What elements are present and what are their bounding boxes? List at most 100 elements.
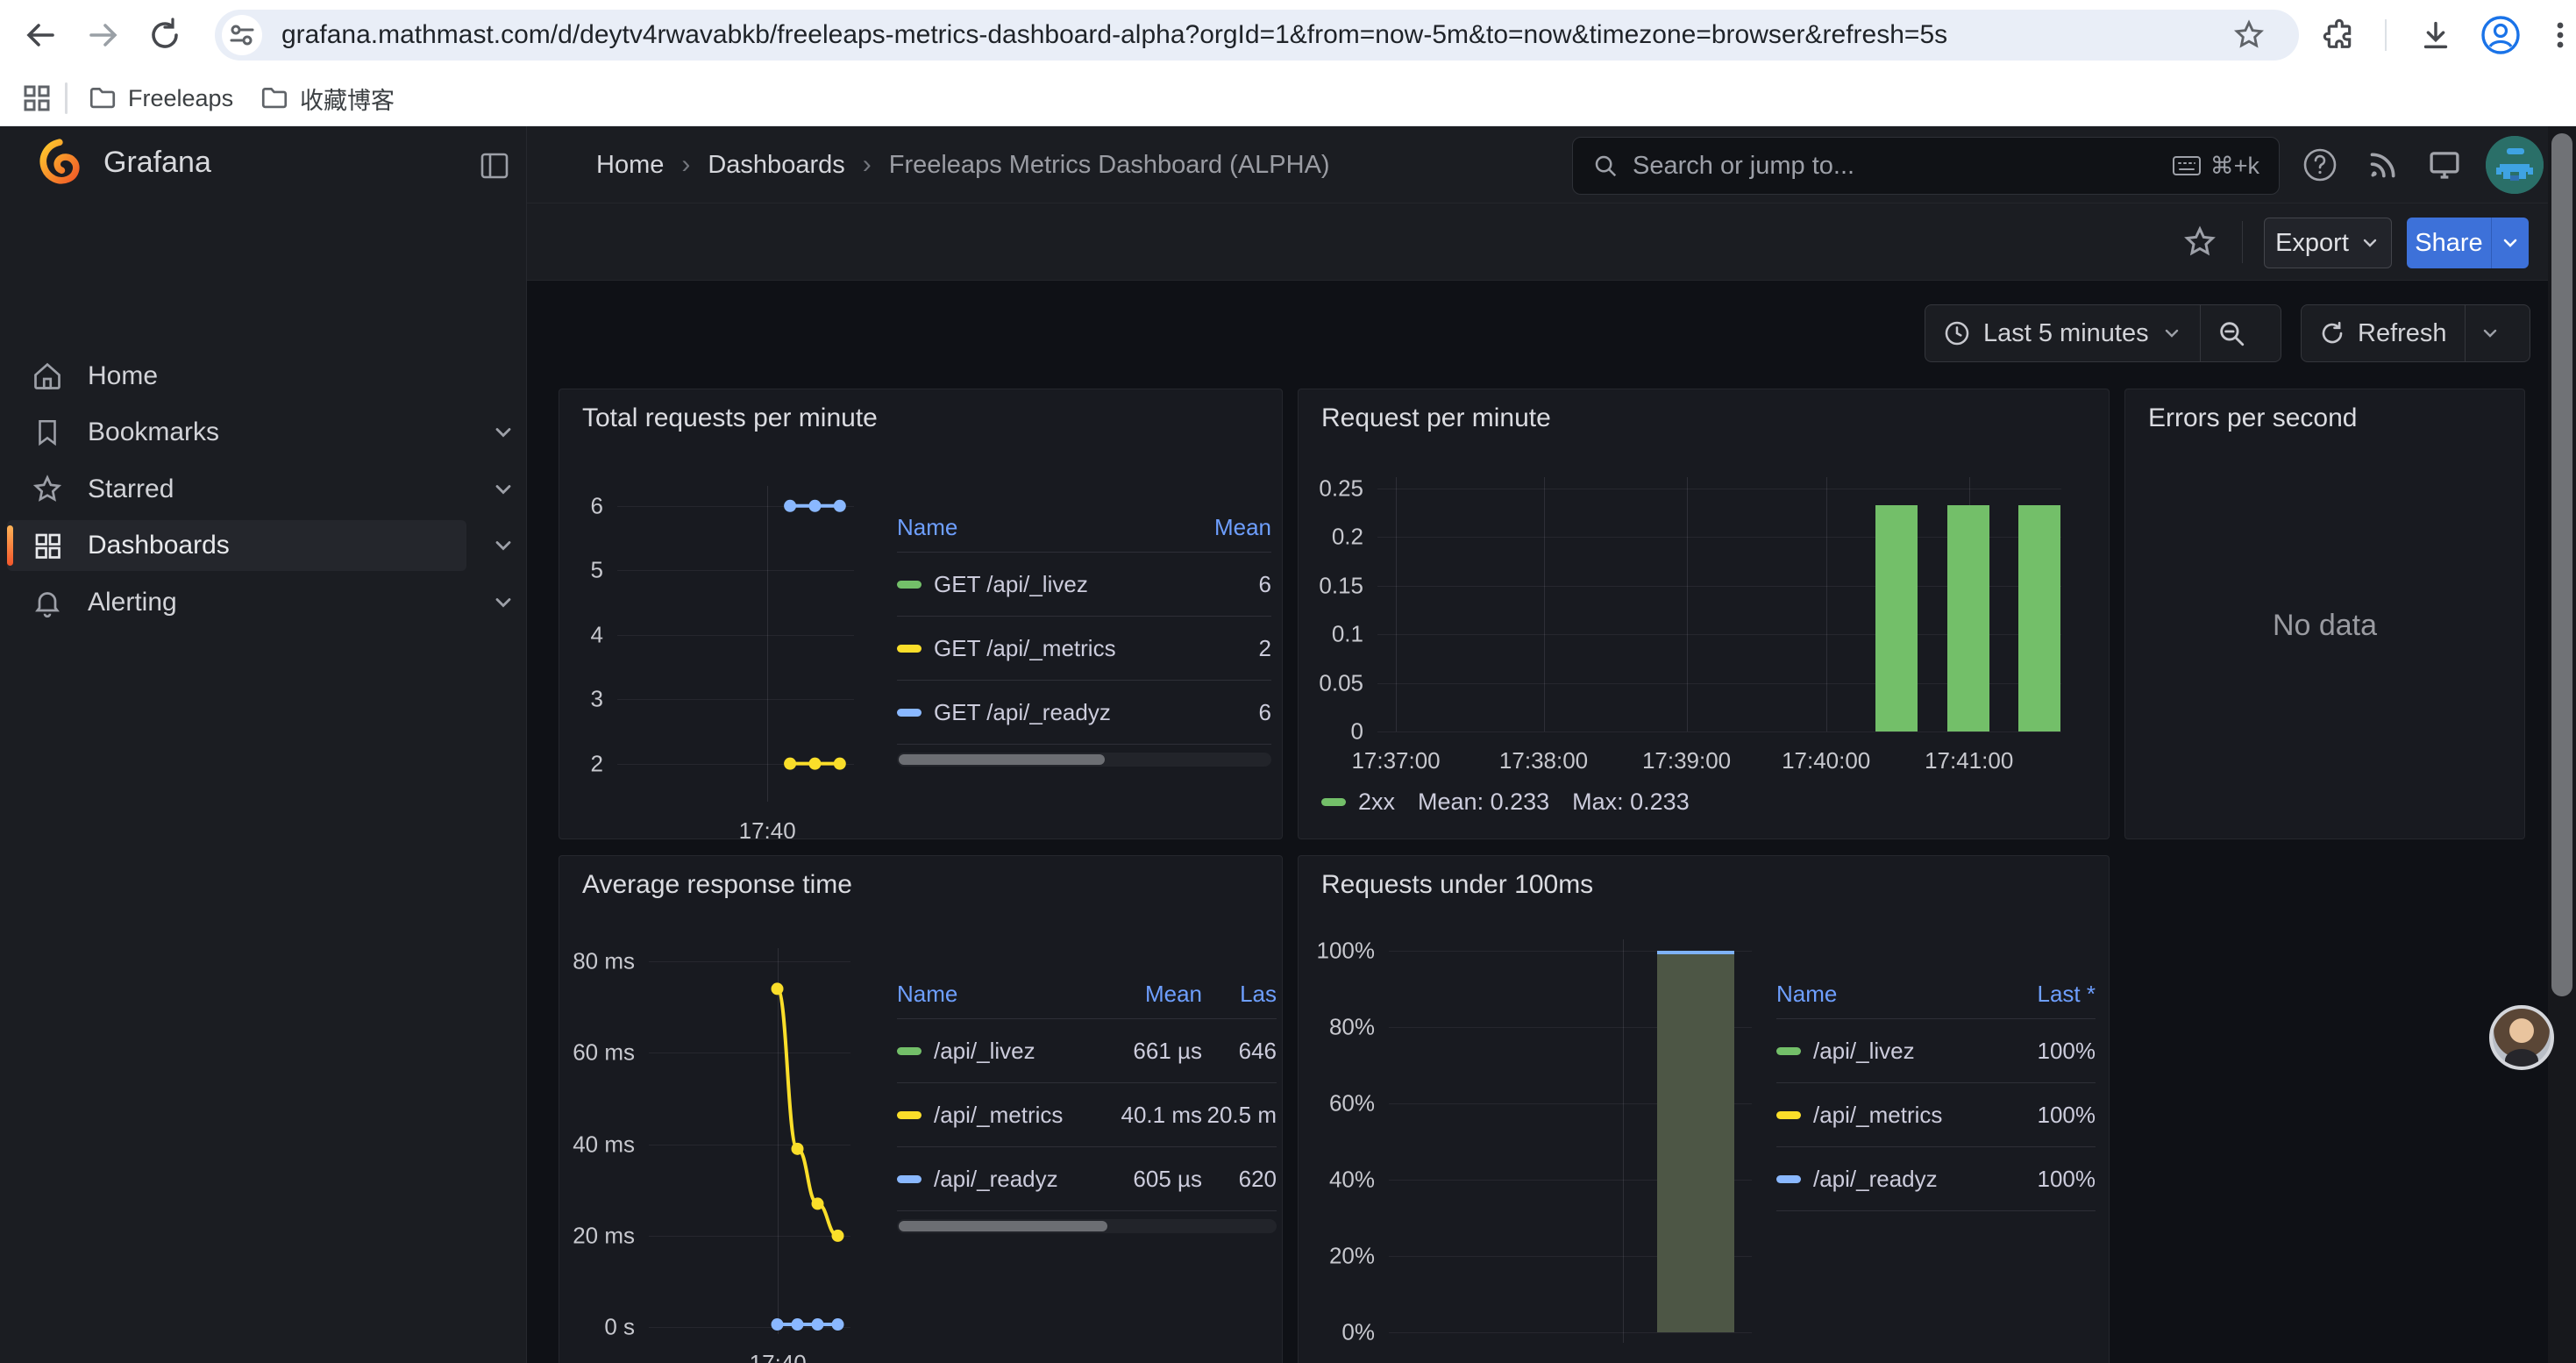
downloads-icon[interactable] — [2413, 12, 2459, 58]
legend-row[interactable]: /api/_metrics 40.1 ms 20.5 m — [897, 1083, 1277, 1147]
panel-avg-response-time[interactable]: Average response time 80 ms60 ms40 ms20 … — [559, 855, 1283, 1363]
share-button[interactable]: Share — [2407, 218, 2492, 268]
assistant-avatar[interactable] — [2489, 1005, 2554, 1070]
legend-mean: Mean: 0.233 — [1418, 789, 1549, 816]
legend-row[interactable]: GET /api/_readyz 6 — [897, 681, 1271, 745]
refresh-label: Refresh — [2358, 319, 2447, 348]
series-swatch — [897, 581, 922, 589]
sidebar-item-bookmarks[interactable]: Bookmarks — [7, 407, 466, 458]
series-swatch — [897, 1047, 922, 1055]
panel-title[interactable]: Requests under 100ms — [1321, 870, 1593, 900]
legend-col-mean[interactable]: Mean — [1092, 981, 1202, 1008]
legend-col-name[interactable]: Name — [1776, 981, 1999, 1008]
url-text[interactable]: grafana.mathmast.com/d/deytv4rwavabkb/fr… — [281, 10, 2237, 61]
breadcrumb: Home › Dashboards › Freeleaps Metrics Da… — [596, 126, 1330, 203]
screen: grafana.mathmast.com/d/deytv4rwavabkb/fr… — [0, 0, 2576, 1363]
chevron-down-icon — [2500, 232, 2521, 253]
refresh-icon — [2319, 320, 2345, 346]
legend-table: Name Last * /api/_livez 100% /api/_metri… — [1776, 970, 2096, 1211]
refresh-button[interactable]: Refresh — [2302, 305, 2465, 361]
legend-row[interactable]: /api/_metrics 100% — [1776, 1083, 2096, 1147]
panel-total-requests[interactable]: Total requests per minute 6543217:40 Nam… — [559, 389, 1283, 839]
menu-kebab-icon[interactable] — [2537, 12, 2576, 58]
search-placeholder: Search or jump to... — [1633, 152, 2158, 181]
chevron-down-icon — [2480, 323, 2501, 344]
extensions-icon[interactable] — [2316, 12, 2362, 58]
share-menu-button[interactable] — [2492, 218, 2529, 268]
legend-row[interactable]: /api/_readyz 605 µs 620 — [897, 1147, 1277, 1211]
sidebar-item-starred[interactable]: Starred — [7, 464, 466, 515]
site-settings-icon[interactable] — [222, 15, 262, 55]
legend-scrollbar[interactable] — [897, 1219, 1277, 1233]
panel-title[interactable]: Request per minute — [1321, 403, 1551, 433]
legend-scrollbar[interactable] — [897, 753, 1271, 767]
grafana-brand: Grafana — [35, 139, 211, 186]
zoom-out-button[interactable] — [2201, 305, 2262, 361]
search-icon — [1592, 153, 1619, 179]
line-chart: 6543217:40 — [617, 486, 854, 802]
sidebar-item-dashboards[interactable]: Dashboards — [7, 520, 466, 571]
favorite-star-icon[interactable] — [2177, 219, 2223, 265]
search-input[interactable]: Search or jump to... ⌘+k — [1572, 137, 2280, 195]
back-icon[interactable] — [18, 12, 63, 58]
legend-col-last[interactable]: Las — [1202, 981, 1277, 1008]
monitor-icon[interactable] — [2420, 140, 2469, 189]
panel-title[interactable]: Average response time — [582, 870, 852, 900]
panel-errors-per-second[interactable]: Errors per second No data — [2124, 389, 2525, 839]
legend-table: Name Mean GET /api/_livez 6 GET /api/_me… — [897, 503, 1271, 745]
panel-requests-under-100ms[interactable]: Requests under 100ms 100%80%60%40%20%0%1… — [1298, 855, 2110, 1363]
chevron-down-icon — [2161, 323, 2182, 344]
help-icon[interactable] — [2295, 140, 2345, 189]
panel-title[interactable]: Total requests per minute — [582, 403, 878, 433]
sidebar-item-home[interactable]: Home — [7, 351, 466, 402]
apps-grid-icon[interactable] — [14, 75, 60, 121]
series-swatch — [1321, 798, 1346, 806]
chevron-down-icon[interactable] — [484, 464, 523, 515]
sidebar-item-label: Starred — [88, 475, 174, 504]
line-chart: 80 ms60 ms40 ms20 ms0 s17:40 — [649, 948, 850, 1334]
legend-col-mean[interactable]: Mean — [1192, 514, 1271, 541]
user-avatar[interactable] — [2486, 136, 2544, 194]
export-button[interactable]: Export — [2264, 218, 2392, 268]
bookmark-star-icon[interactable] — [2232, 18, 2266, 56]
bar-chart: 0.250.20.150.10.05017:37:0017:38:0017:39… — [1377, 477, 2061, 731]
dock-menu-toggle-icon[interactable] — [473, 145, 516, 187]
series-swatch — [897, 709, 922, 717]
rss-icon[interactable] — [2359, 140, 2408, 189]
reload-icon[interactable] — [142, 12, 188, 58]
legend-series: 2xx — [1358, 789, 1395, 816]
legend-col-name[interactable]: Name — [897, 514, 1192, 541]
breadcrumb-dashboards[interactable]: Dashboards — [708, 151, 844, 180]
toolbar-divider — [2242, 221, 2243, 263]
bookmark-folder-freeleaps[interactable]: Freeleaps — [88, 77, 233, 119]
bookmark-label: Freeleaps — [128, 85, 233, 112]
legend-row[interactable]: /api/_livez 100% — [1776, 1019, 2096, 1083]
refresh-interval-button[interactable] — [2466, 305, 2515, 361]
time-range-picker[interactable]: Last 5 minutes — [1925, 305, 2200, 361]
legend-col-last[interactable]: Last * — [1999, 981, 2096, 1008]
legend-inline[interactable]: 2xx Mean: 0.233 Max: 0.233 — [1321, 789, 1690, 816]
forward-icon[interactable] — [81, 12, 126, 58]
bookmark-folder-blogs[interactable]: 收藏博客 — [260, 77, 395, 119]
chevron-down-icon[interactable] — [484, 407, 523, 458]
bar-chart: 100%80%60%40%20%0%17:40 — [1389, 939, 1752, 1343]
breadcrumb-separator: › — [681, 150, 690, 180]
chevron-down-icon[interactable] — [484, 577, 523, 628]
share-split-button[interactable]: Share — [2407, 218, 2529, 268]
page-scrollbar[interactable] — [2548, 126, 2576, 1363]
scrollbar-thumb[interactable] — [2551, 133, 2572, 996]
time-range-label: Last 5 minutes — [1983, 319, 2149, 348]
panel-request-per-minute[interactable]: Request per minute 0.250.20.150.10.05017… — [1298, 389, 2110, 839]
legend-row[interactable]: /api/_livez 661 µs 646 — [897, 1019, 1277, 1083]
chevron-down-icon[interactable] — [484, 520, 523, 571]
search-shortcut: ⌘+k — [2172, 153, 2259, 180]
panel-title[interactable]: Errors per second — [2148, 403, 2357, 433]
legend-col-name[interactable]: Name — [897, 981, 1092, 1008]
sidebar-item-alerting[interactable]: Alerting — [7, 577, 466, 628]
profile-avatar-icon[interactable] — [2478, 12, 2523, 58]
legend-row[interactable]: GET /api/_metrics 2 — [897, 617, 1271, 681]
legend-row[interactable]: /api/_readyz 100% — [1776, 1147, 2096, 1211]
breadcrumb-home[interactable]: Home — [596, 151, 664, 180]
url-bar[interactable]: grafana.mathmast.com/d/deytv4rwavabkb/fr… — [215, 10, 2299, 61]
legend-row[interactable]: GET /api/_livez 6 — [897, 553, 1271, 617]
